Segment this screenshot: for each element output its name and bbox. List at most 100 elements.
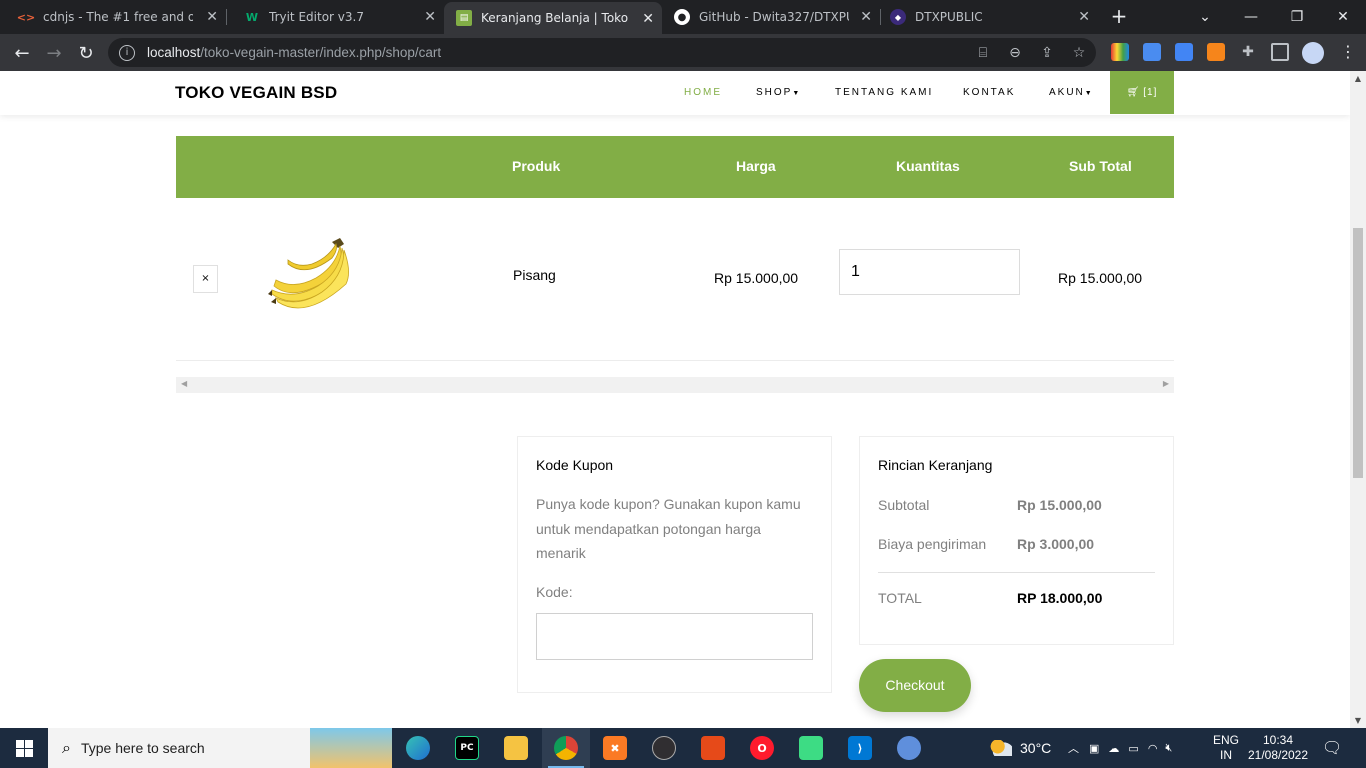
reload-icon[interactable]: ↻: [73, 40, 99, 66]
scroll-down-icon[interactable]: ▼: [1350, 716, 1366, 725]
onedrive-icon[interactable]: ☁: [1108, 742, 1119, 755]
taskbar-edge[interactable]: [394, 728, 442, 768]
taskbar-android-studio[interactable]: [787, 728, 835, 768]
header-quantity: Kuantitas: [896, 158, 960, 174]
close-window-button[interactable]: ✕: [1320, 0, 1366, 34]
weather-cloud-icon: [990, 740, 1012, 756]
zoom-icon[interactable]: ⊖: [1006, 44, 1024, 62]
close-tab-icon[interactable]: ✕: [1078, 9, 1090, 25]
metamask-extension-icon[interactable]: [1207, 43, 1225, 61]
meet-icon[interactable]: ▣: [1089, 742, 1099, 755]
tab-tryit[interactable]: W Tryit Editor v3.7 ✕: [226, 0, 444, 34]
search-highlight-image: [310, 728, 392, 768]
tab-keranjang[interactable]: ▤ Keranjang Belanja | Toko Vega ✕: [444, 2, 662, 34]
clock[interactable]: 10:34 21/08/2022: [1246, 728, 1310, 768]
restore-button[interactable]: ❐: [1274, 0, 1320, 34]
close-tab-icon[interactable]: ✕: [860, 9, 872, 25]
tab-title: Tryit Editor v3.7: [269, 10, 364, 24]
nav-account-label: AKUN: [1049, 87, 1085, 98]
taskbar-chrome-2[interactable]: [885, 728, 933, 768]
header-subtotal: Sub Total: [1069, 158, 1132, 174]
google-translate-extension-icon[interactable]: [1175, 43, 1193, 61]
opera-icon: O: [750, 736, 774, 760]
nav-shop-label: SHOP: [756, 87, 793, 98]
page-vertical-scrollbar[interactable]: ▲ ▼: [1350, 71, 1366, 728]
site-brand[interactable]: TOKO VEGAIN BSD: [175, 83, 337, 103]
taskbar-xampp[interactable]: ✖: [591, 728, 639, 768]
battery-icon[interactable]: ▭: [1128, 742, 1138, 755]
back-icon[interactable]: ←: [9, 40, 35, 66]
tab-cdnjs[interactable]: <> cdnjs - The #1 free and open ✕: [0, 0, 226, 34]
total-value: RP 18.000,00: [1017, 590, 1103, 606]
close-tab-icon[interactable]: ✕: [206, 9, 218, 25]
taskbar-vscode[interactable]: ⟩: [836, 728, 884, 768]
vscode-icon: ⟩: [848, 736, 872, 760]
bookmark-star-icon[interactable]: ☆: [1070, 44, 1088, 62]
taskbar-chrome[interactable]: [542, 728, 590, 768]
forward-icon[interactable]: →: [41, 40, 67, 66]
close-tab-icon[interactable]: ✕: [642, 11, 654, 27]
tab-title: Keranjang Belanja | Toko Vega: [481, 11, 631, 25]
nav-account[interactable]: AKUN▼: [1049, 87, 1094, 98]
taskbar-opera[interactable]: O: [738, 728, 786, 768]
coupon-code-input[interactable]: [536, 613, 813, 660]
search-placeholder: Type here to search: [80, 740, 205, 756]
cart-item-price: Rp 15.000,00: [714, 270, 799, 286]
chevron-up-icon[interactable]: ︿: [1068, 740, 1079, 756]
browser-tab-bar: <> cdnjs - The #1 free and open ✕ W Tryi…: [0, 0, 1366, 34]
clock-time: 10:34: [1262, 733, 1294, 747]
browser-menu-icon[interactable]: ⋮: [1339, 43, 1357, 61]
docs-extension-icon[interactable]: [1143, 43, 1161, 61]
taskbar-obs[interactable]: [640, 728, 688, 768]
shipping-label: Biaya pengiriman: [878, 536, 987, 552]
nav-about[interactable]: TENTANG KAMI: [835, 87, 933, 98]
new-tab-button[interactable]: +: [1108, 5, 1130, 27]
tab-dtxpublic[interactable]: ◆ DTXPUBLIC ✕: [880, 0, 1098, 34]
tab-github[interactable]: ● GitHub - Dwita327/DTXPUBLI ✕: [662, 0, 880, 34]
obs-icon: [652, 736, 676, 760]
cart-item-subtotal: Rp 15.000,00: [1058, 270, 1143, 286]
remove-item-button[interactable]: ×: [193, 265, 218, 293]
tab-search-icon[interactable]: ⌄: [1182, 0, 1228, 34]
wifi-icon[interactable]: ◠: [1148, 742, 1158, 755]
color-extension-icon[interactable]: [1111, 43, 1129, 61]
input-language[interactable]: ENG IN: [1213, 728, 1239, 768]
browser-toolbar: ← → ↻ i localhost/toko-vegain-master/ind…: [0, 34, 1366, 71]
nav-home[interactable]: HOME: [684, 87, 722, 98]
weather-widget[interactable]: 30°C: [990, 728, 1051, 768]
scroll-right-icon[interactable]: ▶: [1163, 379, 1169, 388]
caret-down-icon: ▼: [792, 90, 802, 97]
profile-avatar-icon[interactable]: [1302, 42, 1324, 64]
side-panel-icon[interactable]: [1271, 43, 1289, 61]
taskbar-pycharm[interactable]: PC: [443, 728, 491, 768]
translate-icon[interactable]: ⌸: [974, 44, 992, 62]
nav-contact[interactable]: KONTAK: [963, 87, 1015, 98]
table-horizontal-scrollbar[interactable]: ◀ ▶: [176, 377, 1174, 393]
site-info-icon[interactable]: i: [119, 44, 135, 61]
share-icon[interactable]: ⇪: [1038, 44, 1056, 62]
volume-mute-icon[interactable]: 🔇︎: [1165, 742, 1172, 755]
quantity-input[interactable]: 1: [839, 249, 1020, 295]
taskbar-file-explorer[interactable]: [492, 728, 540, 768]
address-bar[interactable]: i localhost/toko-vegain-master/index.php…: [108, 38, 1096, 67]
extensions-puzzle-icon[interactable]: ✚: [1239, 43, 1257, 61]
cart-count: [1]: [1143, 87, 1158, 98]
minimize-button[interactable]: —: [1228, 0, 1274, 34]
scroll-left-icon[interactable]: ◀: [181, 379, 187, 388]
notification-icon[interactable]: 🗨︎: [1322, 728, 1342, 768]
coupon-description: Punya kode kupon? Gunakan kupon kamu unt…: [536, 496, 801, 561]
close-tab-icon[interactable]: ✕: [424, 9, 436, 25]
taskbar-office[interactable]: [689, 728, 737, 768]
windows-start-button[interactable]: [0, 728, 48, 768]
checkout-button[interactable]: Checkout: [859, 659, 971, 712]
taskbar-search-box[interactable]: ⌕ Type here to search: [48, 728, 392, 768]
tab-title: GitHub - Dwita327/DTXPUBLI: [699, 10, 849, 24]
nav-shop[interactable]: SHOP▼: [756, 87, 801, 98]
summary-title: Rincian Keranjang: [878, 457, 993, 473]
row-divider: [176, 360, 1174, 361]
subtotal-value: Rp 15.000,00: [1017, 497, 1102, 513]
scroll-up-icon[interactable]: ▲: [1350, 74, 1366, 83]
nav-cart-button[interactable]: 🛒︎ [1]: [1110, 71, 1174, 114]
url-host: localhost: [147, 45, 201, 60]
scrollbar-thumb[interactable]: [1353, 228, 1363, 478]
